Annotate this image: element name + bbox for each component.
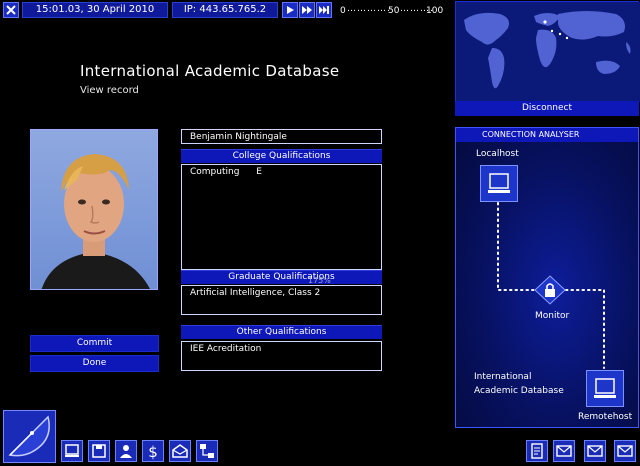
computer-icon (65, 444, 79, 457)
college-qualifications-field[interactable]: Computing E (181, 164, 382, 270)
mail-open-icon (172, 444, 188, 458)
scale-end: 100 (426, 6, 444, 16)
fast-forward-icon (302, 6, 312, 14)
disconnect-label: Disconnect (522, 103, 572, 113)
user-people-icon (120, 445, 132, 458)
mail-button-1[interactable] (553, 440, 575, 462)
commit-label: Commit (76, 338, 113, 348)
remotehost-node[interactable] (586, 370, 624, 407)
play-button[interactable] (282, 2, 298, 18)
notepad-icon (531, 443, 543, 459)
profile-photo (30, 129, 158, 290)
college-qualifications-header: College Qualifications (181, 149, 382, 163)
remote-database-line1: International (474, 372, 532, 382)
monitor-node[interactable] (534, 275, 566, 305)
world-map[interactable] (455, 1, 640, 102)
scale-dots-1: …………. (347, 4, 391, 14)
remote-database-line2: Academic Database (474, 386, 564, 396)
network-icon (200, 444, 214, 458)
skip-forward-button[interactable] (316, 2, 332, 18)
scale-start: 0 (340, 6, 346, 16)
done-label: Done (82, 358, 107, 368)
mail-icon (556, 445, 572, 457)
speed-scale[interactable]: 0 …………. 50 ………. 100 (340, 4, 444, 18)
college-grade: E (256, 167, 262, 177)
computer-icon (594, 378, 616, 398)
fast-forward-button[interactable] (299, 2, 315, 18)
college-header-label: College Qualifications (232, 151, 331, 161)
world-map-icon (456, 2, 640, 102)
user-button[interactable] (115, 440, 137, 462)
graduate-value: Artificial Intelligence, Class 2 (190, 288, 321, 298)
name-value: Benjamin Nightingale (190, 132, 287, 142)
other-qualifications-header: Other Qualifications (181, 325, 382, 339)
scale-mid: 50 (388, 6, 400, 16)
mail-icon (617, 445, 633, 457)
zoom-overlay-text: 175% (308, 276, 331, 285)
datetime-display: 15:01.03, 30 April 2010 (22, 2, 168, 18)
ip-display: IP: 443.65.765.2 (172, 2, 278, 18)
other-qualifications-field[interactable]: IEE Acreditation (181, 341, 382, 371)
computer-icon (488, 173, 510, 193)
svg-text:$: $ (148, 443, 158, 461)
disconnect-button[interactable]: Disconnect (455, 101, 639, 116)
done-button[interactable]: Done (30, 355, 159, 372)
save-disk-icon (92, 444, 106, 458)
graduate-qualifications-field[interactable]: Artificial Intelligence, Class 2 (181, 285, 382, 315)
mail-open-button[interactable] (169, 440, 191, 462)
datetime-text: 15:01.03, 30 April 2010 (35, 4, 155, 15)
college-subject: Computing (190, 167, 240, 177)
person-portrait-icon (31, 130, 157, 289)
remotehost-label: Remotehost (578, 412, 633, 422)
mail-icon (587, 445, 603, 457)
mail-button-3[interactable] (614, 440, 636, 462)
computer-button[interactable] (61, 440, 83, 462)
finance-button[interactable]: $ (142, 440, 164, 462)
mail-button-2[interactable] (584, 440, 606, 462)
ip-text: IP: 443.65.765.2 (183, 4, 267, 15)
other-header-label: Other Qualifications (236, 327, 327, 337)
network-button[interactable] (196, 440, 218, 462)
skip-forward-icon (319, 6, 329, 14)
save-disk-button[interactable] (88, 440, 110, 462)
connection-analyser-panel: CONNECTION ANALYSER Localhost Monitor In… (455, 127, 639, 428)
satellite-dish-button[interactable] (3, 410, 56, 463)
notepad-button[interactable] (526, 440, 548, 462)
localhost-label: Localhost (476, 149, 519, 159)
lock-diamond-icon (534, 275, 566, 305)
graduate-qualifications-header: Graduate Qualifications (181, 270, 382, 284)
localhost-node[interactable] (480, 165, 518, 202)
play-icon (287, 6, 294, 14)
other-value: IEE Acreditation (190, 344, 262, 354)
page-title: International Academic Database (80, 62, 340, 80)
page-subtitle: View record (80, 85, 139, 96)
close-icon[interactable] (3, 2, 19, 18)
commit-button[interactable]: Commit (30, 335, 159, 352)
dollar-icon: $ (148, 443, 158, 461)
monitor-label: Monitor (535, 311, 570, 321)
name-field[interactable]: Benjamin Nightingale (181, 129, 382, 144)
satellite-dish-icon (8, 415, 50, 457)
